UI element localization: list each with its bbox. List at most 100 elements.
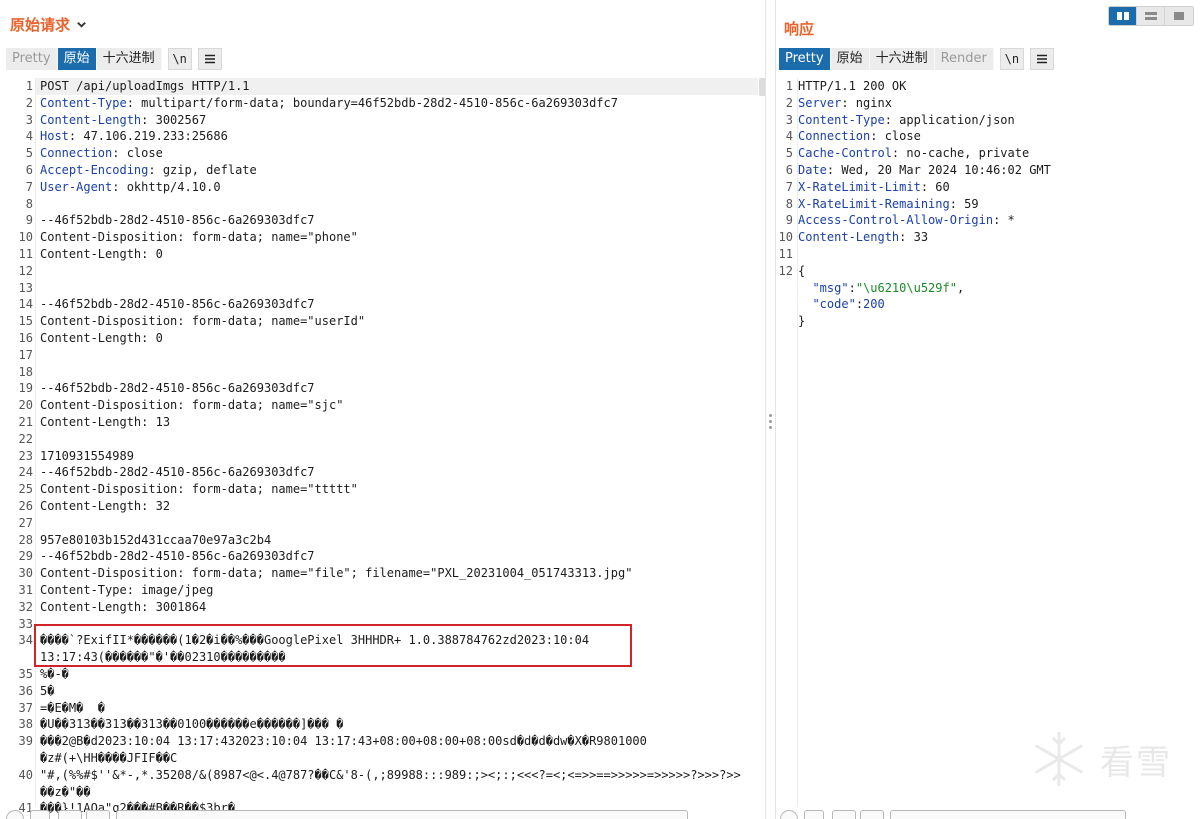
tab-hex[interactable]: 十六进制: [869, 48, 935, 70]
tab-hex[interactable]: 十六进制: [96, 48, 162, 70]
code-line: {: [798, 263, 805, 280]
header-name: Connection: [40, 146, 113, 161]
pane-splitter-handle[interactable]: [768, 414, 772, 429]
menu-button[interactable]: [1029, 48, 1054, 70]
line-number: 3: [785, 112, 793, 127]
watermark: 看雪: [1028, 728, 1172, 790]
header-value: : 33: [899, 230, 929, 245]
header-value: : *: [993, 213, 1015, 228]
code-line: }: [798, 313, 805, 330]
menu-button[interactable]: [197, 48, 222, 70]
next-match-button[interactable]: [860, 810, 884, 819]
code-line: Host: 47.106.219.233:25686: [40, 128, 228, 145]
code-line: "msg":"\u6210\u529f",: [798, 280, 964, 297]
code-line: Server: nginx: [798, 95, 892, 112]
line-number: 39: [18, 734, 33, 749]
line-number: 15: [18, 314, 33, 329]
line-number: 2: [785, 95, 793, 110]
tab-pretty[interactable]: Pretty: [779, 48, 831, 70]
next-match-button[interactable]: [86, 810, 110, 819]
header-value: : 3002567: [141, 112, 207, 127]
line-number: 31: [18, 583, 33, 597]
line-number: 8: [785, 196, 793, 211]
help-button[interactable]: [780, 810, 798, 819]
line-number: 10: [778, 230, 793, 245]
header-name: X-RateLimit-Limit: [798, 179, 921, 194]
line-text: Content-Disposition: form-data; name="ph…: [40, 230, 358, 245]
line-number: 38: [18, 717, 33, 732]
header-value: : 59: [949, 196, 979, 211]
line-text: --46f52bdb-28d2-4510-856c-6a269303dfc7: [40, 381, 315, 396]
request-title[interactable]: 原始请求: [10, 14, 87, 35]
json-key: "msg": [812, 280, 849, 295]
layout-tabs-button[interactable]: [1165, 7, 1193, 25]
tab-raw[interactable]: 原始: [57, 48, 97, 70]
code-line: --46f52bdb-28d2-4510-856c-6a269303dfc7: [40, 212, 315, 229]
code-line: ��z�"��: [40, 784, 91, 801]
header-value: : okhttp/4.10.0: [112, 179, 221, 194]
request-search-input[interactable]: [116, 810, 688, 819]
code-line: X-RateLimit-Limit: 60: [798, 179, 950, 196]
header-value: : close: [112, 146, 163, 161]
line-number: [776, 280, 793, 297]
tab-raw[interactable]: 原始: [830, 48, 870, 70]
response-search-input[interactable]: [890, 810, 1126, 819]
newline-toggle-button[interactable]: \n: [167, 48, 192, 70]
code-line: Content-Length: 0: [40, 246, 163, 263]
line-number: 6: [25, 163, 33, 177]
line-text: =�E�M� �: [40, 700, 106, 715]
newline-toggle-button[interactable]: \n: [999, 48, 1024, 70]
line-number: 22: [18, 431, 33, 446]
chevron-down-icon[interactable]: [76, 19, 87, 30]
line-number: 30: [18, 566, 33, 581]
response-pane: 响应 Pretty 原始 十六进制 Render \n 1 HTTP/1.1 20…: [775, 0, 1200, 819]
line-number: 10: [18, 230, 33, 245]
header-value: : 60: [920, 179, 950, 194]
line-number: 28: [18, 532, 33, 547]
line-number: 29: [18, 549, 33, 564]
prev-match-button[interactable]: [58, 810, 82, 819]
request-editor[interactable]: 1 POST /api/uploadImgs HTTP/1.1 2 Content-T…: [0, 78, 765, 815]
header-value: : 47.106.219.233:25686: [68, 129, 228, 144]
line-number: [0, 784, 33, 801]
header-value: : no-cache, private: [891, 146, 1030, 161]
line-text: Content-Length: 0: [40, 247, 163, 261]
code-line: 5�: [40, 683, 54, 700]
json-value: "\u6210\u529f": [855, 280, 957, 295]
settings-button[interactable]: [30, 810, 50, 819]
line-number: 4: [25, 129, 33, 144]
line-number: 23: [18, 448, 33, 463]
line-number: 37: [18, 700, 33, 715]
line-text: Content-Type: image/jpeg: [40, 583, 214, 597]
settings-button[interactable]: [804, 810, 824, 819]
tab-pretty[interactable]: Pretty: [6, 48, 58, 70]
line-text: Content-Length: 0: [40, 331, 163, 345]
layout-stacked-button[interactable]: [1137, 7, 1165, 25]
rows-icon: [1144, 12, 1157, 20]
code-line: Content-Type: application/json: [798, 112, 1015, 129]
line-number: 1: [25, 79, 33, 93]
code-line: 1710931554989: [40, 448, 134, 465]
line-number: 9: [25, 213, 33, 228]
code-line: ���2@B�d2023:10:04 13:17:432023:10:04 13…: [40, 733, 647, 750]
line-number: 16: [18, 331, 33, 345]
line-number: 1: [785, 79, 793, 93]
line-number: 34: [18, 633, 33, 648]
header-name: Content-Type: [40, 95, 127, 110]
line-text: 5�: [40, 683, 55, 698]
line-number: 18: [18, 364, 33, 379]
layout-side-by-side-button[interactable]: [1109, 7, 1137, 25]
line-number: 4: [785, 129, 793, 144]
code-line: Content-Disposition: form-data; name="fi…: [40, 565, 632, 582]
line-number: 11: [18, 247, 33, 261]
code-line: Content-Length: 3001864: [40, 599, 206, 616]
request-scrollbar[interactable]: [759, 78, 765, 96]
prev-match-button[interactable]: [832, 810, 856, 819]
header-value: : gzip, deflate: [148, 163, 257, 177]
response-editor[interactable]: 1 HTTP/1.1 200 OK 2 Server: nginx 3 Content-T…: [776, 78, 1200, 807]
header-name: Server: [798, 95, 842, 110]
tab-render[interactable]: Render: [934, 48, 994, 70]
line-number: 27: [18, 515, 33, 530]
help-button[interactable]: [6, 810, 24, 819]
header-name: Content-Type: [798, 112, 885, 127]
